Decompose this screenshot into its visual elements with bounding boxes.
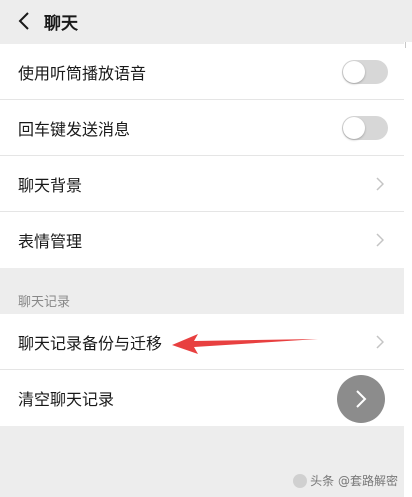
watermark-text: 头条 @套路解密 — [310, 474, 398, 488]
page-title: 聊天 — [44, 13, 78, 34]
setting-label: 表情管理 — [18, 232, 83, 251]
setting-row-earpiece[interactable]: 使用听筒播放语音 — [0, 44, 404, 100]
setting-label: 使用听筒播放语音 — [18, 63, 147, 83]
toggle-knob — [343, 116, 365, 139]
nav-header: 聊天 — [0, 0, 412, 42]
settings-group: 使用听筒播放语音 回车键发送消息 聊天背景 表情管理 — [0, 44, 404, 268]
chevron-right-icon — [376, 232, 386, 248]
setting-label: 清空聊天记录 — [18, 390, 115, 409]
section-header-chat-history: 聊天记录 — [18, 294, 71, 310]
floating-next-button[interactable] — [337, 375, 385, 423]
chevron-right-icon — [376, 176, 386, 192]
setting-row-sticker-manage[interactable]: 表情管理 — [0, 212, 404, 268]
setting-label: 回车键发送消息 — [18, 119, 131, 139]
earpiece-toggle[interactable] — [342, 59, 388, 84]
setting-label: 聊天背景 — [18, 175, 83, 195]
chevron-right-icon — [376, 334, 386, 350]
toggle-knob — [343, 60, 365, 83]
enter-send-toggle[interactable] — [342, 115, 388, 140]
setting-row-enter-send[interactable]: 回车键发送消息 — [0, 100, 404, 156]
red-arrow-annotation-icon — [172, 334, 318, 354]
chevron-right-icon — [356, 390, 367, 408]
back-arrow-icon[interactable] — [10, 0, 38, 42]
watermark-logo-icon — [293, 473, 308, 488]
watermark: 头条 @套路解密 — [293, 472, 398, 489]
right-edge-strip — [404, 0, 412, 497]
setting-row-chat-background[interactable]: 聊天背景 — [0, 156, 404, 212]
